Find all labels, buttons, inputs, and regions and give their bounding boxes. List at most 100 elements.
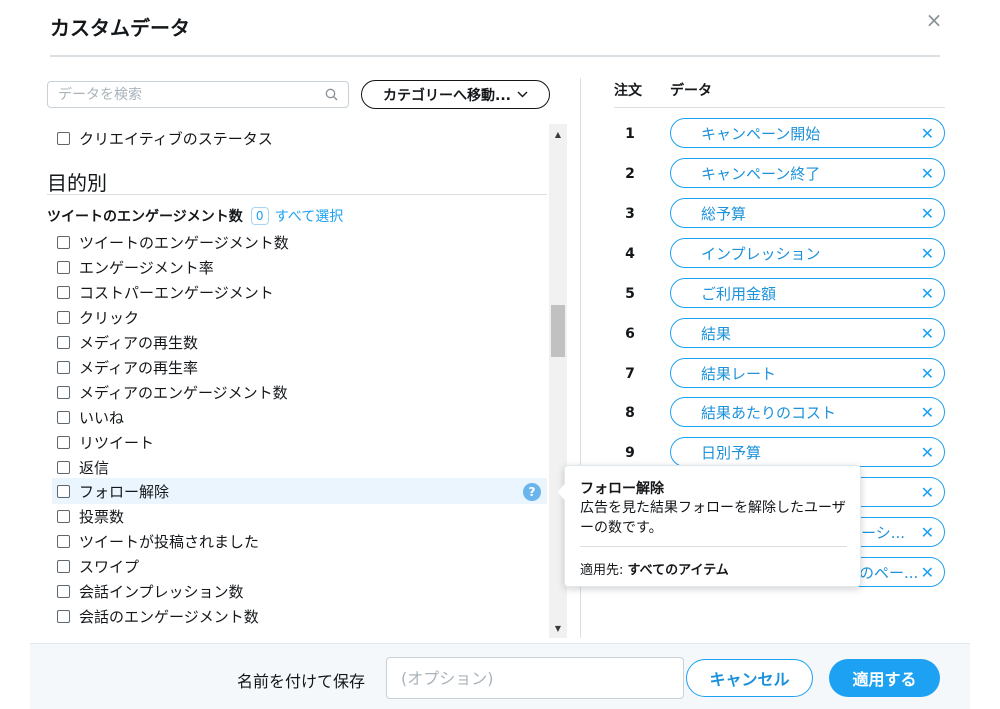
list-item[interactable]: クリエイティブのステータス [47,126,273,150]
list-item-label: クリック [79,308,140,327]
remove-icon[interactable]: ✕ [921,244,934,263]
list-item[interactable]: 投票数 [47,504,124,528]
category-jump-label: カテゴリーへ移動... [383,87,511,104]
checkbox[interactable] [57,260,70,274]
list-item[interactable]: 会話のエンゲージメント数 [47,604,259,628]
close-icon[interactable]: × [922,8,946,32]
chevron-down-icon [517,91,528,98]
row-number: 4 [625,246,635,262]
checkbox[interactable] [57,310,70,324]
checkbox[interactable] [57,435,70,449]
list-item-label: いいね [79,408,125,427]
remove-icon[interactable]: ✕ [921,364,934,383]
list-item-label: リツイート [79,433,155,452]
checkbox[interactable] [57,559,70,573]
list-item-label: メディアの再生率 [79,358,198,377]
row-number: 9 [625,445,635,461]
list-item-label: スワイプ [79,557,140,576]
list-item-label: 会話のエンゲージメント数 [79,607,259,626]
checkbox[interactable] [57,335,70,349]
tooltip-footer-label: 適用先: [580,563,624,578]
apply-button[interactable]: 適用する [829,659,940,697]
selected-metric-pill[interactable]: 結果あたりのコスト ✕ [670,397,945,427]
row-number: 7 [625,366,635,382]
checkbox[interactable] [57,509,70,523]
help-tooltip: フォロー解除 広告を見た結果フォローを解除したユーザーの数です。 適用先: すべ… [556,465,861,587]
list-item[interactable]: コストパーエンゲージメント [47,280,274,304]
search-box[interactable] [47,81,349,108]
remove-icon[interactable]: ✕ [921,204,934,223]
dialog-title: カスタムデータ [50,16,190,40]
list-item-label: 投票数 [79,507,125,526]
row-number: 6 [625,326,635,342]
remove-icon[interactable]: ✕ [921,483,934,502]
scroll-up-arrow-icon[interactable]: ▲ [549,130,567,139]
row-number: 1 [625,126,635,142]
list-item[interactable]: ツイートが投稿されました [47,529,259,553]
row-number: 5 [625,286,635,302]
remove-icon[interactable]: ✕ [921,523,934,542]
tooltip-footer-value: すべてのアイテム [627,563,729,578]
selected-metric-pill[interactable]: ご利用金額 ✕ [670,278,945,308]
selected-metric-pill[interactable]: 結果レート ✕ [670,358,945,388]
help-icon[interactable]: ? [523,483,541,501]
remove-icon[interactable]: ✕ [921,563,934,582]
list-item[interactable]: クリック [47,305,139,329]
list-item[interactable]: 返信 [47,455,109,479]
selected-metric-pill[interactable]: インプレッション ✕ [670,238,945,268]
save-name-input[interactable] [387,658,667,698]
pill-label: 日別予算 [701,443,762,462]
list-item[interactable]: スワイプ [47,554,139,578]
checkbox[interactable] [57,460,70,474]
selected-metric-pill[interactable]: 総予算 ✕ [670,198,945,228]
list-item[interactable]: リツイート [47,430,154,454]
scroll-thumb[interactable] [551,305,565,357]
checkbox[interactable] [57,410,70,424]
selected-metric-pill[interactable]: キャンペーン開始 ✕ [670,118,945,148]
checkbox[interactable] [57,131,70,145]
category-jump-button[interactable]: カテゴリーへ移動... [361,80,550,109]
remove-icon[interactable]: ✕ [921,403,934,422]
selected-metric-pill[interactable]: 日別予算 ✕ [670,437,945,467]
checkbox[interactable] [57,609,70,623]
remove-icon[interactable]: ✕ [921,284,934,303]
tooltip-body: 広告を見た結果フォローを解除したユーザーの数です。 [580,500,846,536]
save-as-label: 名前を付けて保存 [237,672,366,691]
selected-metric-pill[interactable]: キャンペーン終了 ✕ [670,158,945,188]
list-item[interactable]: メディアのエンゲージメント数 [47,380,288,404]
list-item-label: ツイートのエンゲージメント数 [79,233,289,252]
list-item[interactable]: メディアの再生数 [47,330,198,354]
header-divider [614,107,945,108]
tooltip-title: フォロー解除 [580,481,664,497]
remove-icon[interactable]: ✕ [921,124,934,143]
select-all-link[interactable]: すべて選択 [275,206,343,226]
search-input[interactable] [48,82,308,107]
list-item-label: メディアの再生数 [79,333,198,352]
remove-icon[interactable]: ✕ [921,164,934,183]
scroll-down-arrow-icon[interactable]: ▼ [549,624,567,633]
list-item[interactable]: エンゲージメント率 [47,255,214,279]
checkbox[interactable] [57,385,70,399]
remove-icon[interactable]: ✕ [921,443,934,462]
list-item-label: 会話インプレッション数 [79,582,244,601]
checkbox[interactable] [57,534,70,548]
cancel-button[interactable]: キャンセル [686,659,813,697]
list-item-label: エンゲージメント率 [79,258,214,277]
list-item[interactable]: 会話インプレッション数 [47,579,244,603]
save-name-field[interactable] [386,657,684,699]
selected-metric-pill[interactable]: 結果 ✕ [670,318,945,348]
row-number: 8 [625,405,635,421]
list-item[interactable]: メディアの再生率 [47,355,198,379]
checkbox[interactable] [57,484,70,498]
checkbox[interactable] [57,285,70,299]
list-item[interactable]: ツイートのエンゲージメント数 [47,230,289,254]
checkbox[interactable] [57,235,70,249]
list-item-unfollow[interactable]: フォロー解除 [47,479,169,503]
list-item-label: クリエイティブのステータス [79,129,273,148]
list-item[interactable]: いいね [47,405,124,429]
pill-label: 結果レート [701,364,777,383]
checkbox[interactable] [57,360,70,374]
row-number: 2 [625,166,635,182]
remove-icon[interactable]: ✕ [921,324,934,343]
checkbox[interactable] [57,584,70,598]
